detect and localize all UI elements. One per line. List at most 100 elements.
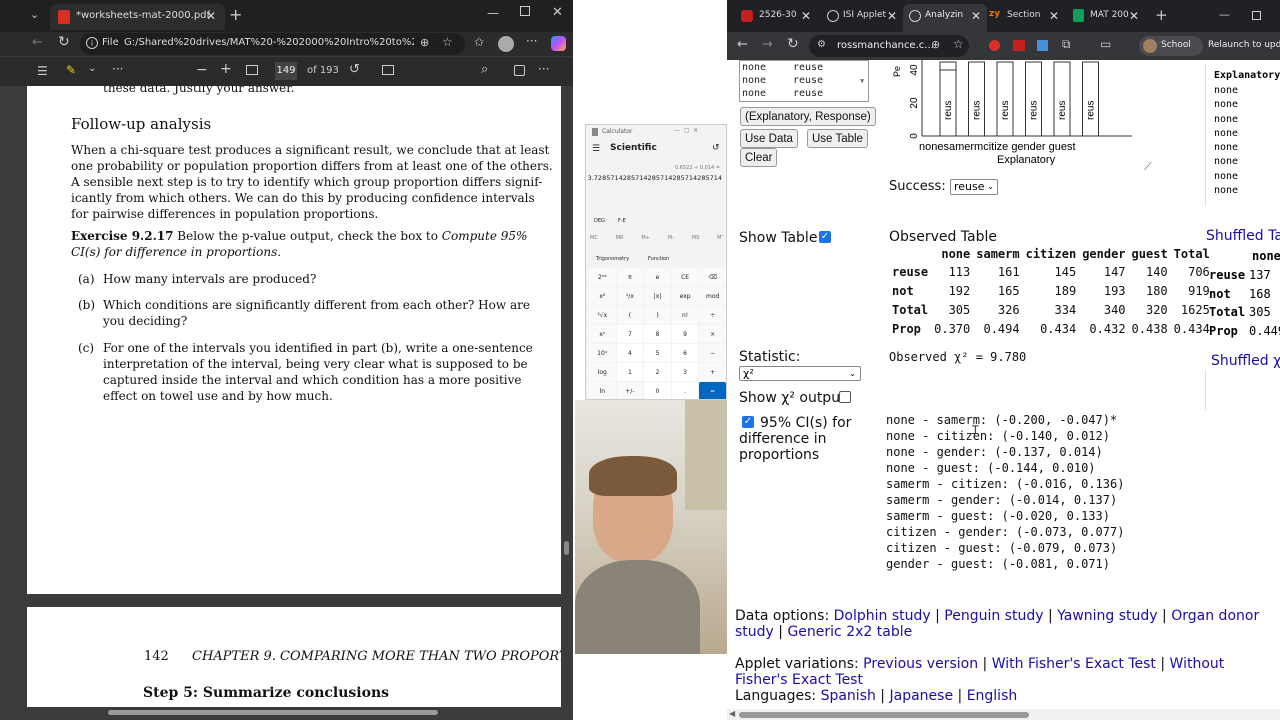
copilot-icon[interactable] <box>551 36 566 51</box>
close-tab-icon[interactable]: ✕ <box>887 9 897 23</box>
browser-tab[interactable]: 2526-30 ✕ <box>735 6 819 28</box>
fit-page-icon[interactable] <box>246 65 258 75</box>
memory-key[interactable]: M+ <box>641 235 650 241</box>
save-icon[interactable] <box>514 65 525 76</box>
hscroll-thumb[interactable] <box>108 710 438 715</box>
extension-record-icon[interactable] <box>989 40 1000 51</box>
cast-icon[interactable]: ▭ <box>1100 37 1111 51</box>
maximize-icon[interactable] <box>1252 11 1261 20</box>
search-icon[interactable]: ⌕ <box>481 62 488 77</box>
menu-icon[interactable]: ☰ <box>592 144 600 154</box>
scroll-down-icon[interactable]: ▼ <box>860 77 864 85</box>
show-chi-output-checkbox[interactable] <box>839 391 851 403</box>
page-number-input[interactable]: 149 <box>275 62 297 80</box>
close-tab-icon[interactable]: ✕ <box>206 9 216 23</box>
more-tools-icon[interactable]: ··· <box>112 62 123 76</box>
show-table-checkbox[interactable]: ✓ <box>819 231 831 243</box>
browser-hscroll-thumb[interactable] <box>739 712 1029 718</box>
calc-key[interactable]: CE <box>671 268 699 286</box>
calc-key[interactable]: 8 <box>644 325 671 343</box>
calc-key[interactable]: 3 <box>671 363 699 381</box>
calc-key[interactable]: mod <box>699 287 726 305</box>
back-icon[interactable]: ← <box>32 35 43 50</box>
calc-key[interactable]: 0 <box>644 382 671 399</box>
zoom-icon[interactable]: ⊕ <box>931 38 940 51</box>
calc-key[interactable]: × <box>699 325 726 343</box>
calc-key[interactable]: 9 <box>671 325 699 343</box>
use-table-button[interactable]: Use Table <box>807 129 868 148</box>
profile-chip[interactable]: School <box>1139 36 1203 56</box>
nav-link[interactable]: English <box>967 688 1018 704</box>
browser-tab-active[interactable]: Analyzin ✕ <box>903 4 987 32</box>
more-icon[interactable]: ··· <box>526 34 537 48</box>
memory-key[interactable]: M- <box>668 235 674 241</box>
calc-key[interactable]: ⌫ <box>699 268 726 286</box>
vertical-scrollbar[interactable] <box>563 86 571 706</box>
scroll-left-icon[interactable]: ◀ <box>729 709 735 718</box>
nav-link[interactable]: Yawning study <box>1057 608 1157 624</box>
nav-link[interactable]: Dolphin study <box>834 608 931 624</box>
calc-key[interactable]: ¹/x <box>616 287 644 305</box>
memory-key[interactable]: MC <box>590 235 598 241</box>
calc-key[interactable]: 1 <box>616 363 644 381</box>
calc-key[interactable]: − <box>699 344 726 362</box>
calc-key[interactable]: 5 <box>644 344 671 362</box>
horizontal-scrollbar[interactable] <box>30 708 560 716</box>
calc-key[interactable]: 6 <box>671 344 699 362</box>
calc-key[interactable]: 2 <box>644 363 671 381</box>
page-view-icon[interactable] <box>382 65 394 75</box>
calc-key[interactable]: ÷ <box>699 306 726 324</box>
calc-key[interactable]: + <box>699 363 726 381</box>
avatar[interactable] <box>498 36 514 52</box>
browser-tab[interactable]: zy Section ✕ <box>987 6 1071 28</box>
close-tab-icon[interactable]: ✕ <box>801 9 811 23</box>
relaunch-button[interactable]: Relaunch to update <box>1208 40 1280 50</box>
clear-button[interactable]: Clear <box>740 148 778 167</box>
highlight-icon[interactable]: ✎ <box>66 63 76 77</box>
extensions-puzzle-icon[interactable]: ⧉ <box>1062 37 1071 52</box>
nav-link[interactable]: Spanish <box>821 688 876 704</box>
memory-key[interactable]: MS <box>692 235 700 241</box>
nav-link[interactable]: Japanese <box>889 688 953 704</box>
calc-key[interactable]: 2ⁿᵈ <box>589 268 616 286</box>
success-select[interactable]: reuse ⌄ <box>950 179 998 195</box>
data-textarea[interactable]: none reuse none reuse none reuse ▼ <box>739 60 869 102</box>
nav-link[interactable]: Previous version <box>863 656 978 672</box>
format-button[interactable]: (Explanatory, Response) <box>740 107 876 126</box>
calc-key[interactable]: e <box>644 268 671 286</box>
calc-key[interactable]: +/- <box>616 382 644 399</box>
calc-window-controls[interactable]: — ▢ ✕ <box>674 127 698 134</box>
scroll-thumb[interactable] <box>564 541 569 555</box>
memory-key[interactable]: M˅ <box>717 235 724 241</box>
tab-list-chevron-icon[interactable]: ⌄ <box>30 8 39 21</box>
reload-icon[interactable]: ↻ <box>58 34 70 50</box>
new-tab-icon[interactable]: + <box>1155 6 1168 24</box>
deg-button[interactable]: DEG <box>594 218 605 224</box>
browser-hscrollbar[interactable]: ◀ <box>727 709 1280 720</box>
calc-key[interactable]: ²√x <box>589 306 616 324</box>
calc-key[interactable]: ( <box>616 306 644 324</box>
nav-link[interactable]: With Fisher's Exact Test <box>992 656 1156 672</box>
close-tab-icon[interactable]: ✕ <box>971 9 981 23</box>
url-field[interactable]: ⚙ rossmanchance.c... ⊕ ☆ <box>809 35 969 57</box>
zoom-icon[interactable]: ⊕ <box>420 36 429 49</box>
new-tab-icon[interactable]: + <box>229 5 242 24</box>
calc-key[interactable]: n! <box>671 306 699 324</box>
site-info-icon[interactable]: ⚙ <box>817 39 826 50</box>
close-tab-icon[interactable]: ✕ <box>1129 9 1139 23</box>
bookmark-star-icon[interactable]: ☆ <box>953 37 964 51</box>
trig-dropdown[interactable]: Trigonometry <box>596 256 629 262</box>
address-field[interactable]: i File G:/Shared%20drives/MAT%20-%202000… <box>80 33 465 55</box>
zoom-in-icon[interactable]: + <box>220 61 232 77</box>
close-window-icon[interactable]: ✕ <box>552 5 563 20</box>
star-icon[interactable]: ☆ <box>442 35 453 49</box>
calc-key[interactable]: log <box>589 363 616 381</box>
shuffled-chi-link[interactable]: Shuffled χ <box>1211 353 1280 369</box>
function-dropdown[interactable]: Function <box>648 256 669 262</box>
highlight-dropdown-icon[interactable]: ⌄ <box>88 63 96 74</box>
close-tab-icon[interactable]: ✕ <box>1049 9 1059 23</box>
use-data-button[interactable]: Use Data <box>740 129 798 148</box>
favorites-icon[interactable]: ✩ <box>474 35 484 49</box>
minimize-icon[interactable]: — <box>1219 8 1230 21</box>
calc-key[interactable]: ) <box>644 306 671 324</box>
